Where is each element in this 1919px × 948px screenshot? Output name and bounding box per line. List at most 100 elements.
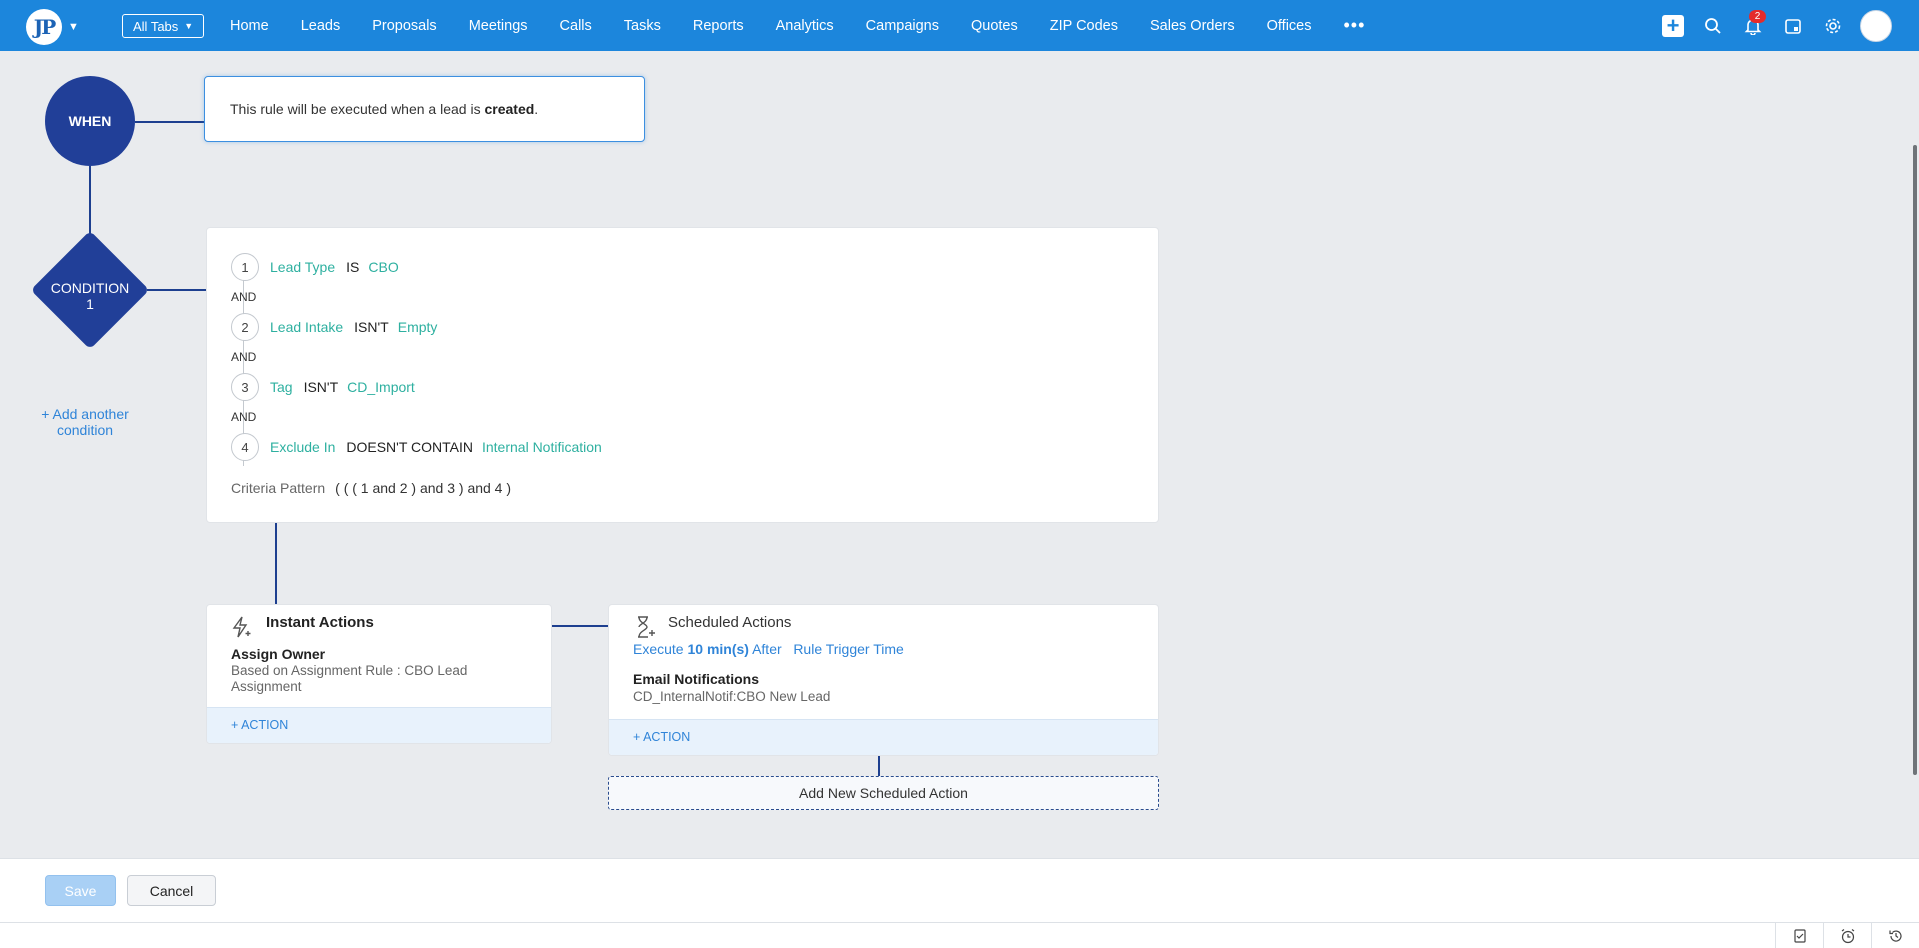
tab-zip-codes[interactable]: ZIP Codes xyxy=(1050,18,1118,34)
status-bar-button[interactable] xyxy=(1871,923,1919,948)
connector-line xyxy=(878,756,880,776)
status-bar xyxy=(0,922,1919,948)
more-tabs-icon[interactable]: ••• xyxy=(1343,15,1365,36)
hourglass-icon xyxy=(638,616,655,638)
org-logo-menu[interactable]: JP ▼ xyxy=(26,9,79,45)
top-navigation-bar: JP ▼ All Tabs ▼ Home Leads Proposals Mee… xyxy=(0,0,1919,51)
criteria-field: Lead Intake xyxy=(270,319,344,335)
tab-tasks[interactable]: Tasks xyxy=(624,18,661,34)
criteria-number: 1 xyxy=(231,253,259,281)
notifications-button[interactable]: 2 xyxy=(1733,0,1773,51)
caret-down-icon: ▼ xyxy=(184,21,194,31)
criteria-row[interactable]: 2 Lead Intake ISN'T Empty xyxy=(231,313,437,341)
org-logo: JP xyxy=(26,9,62,45)
when-text-end: . xyxy=(534,101,539,117)
calendar-button[interactable] xyxy=(1773,0,1813,51)
criteria-row[interactable]: 4 Exclude In DOESN'T CONTAIN Internal No… xyxy=(231,433,602,461)
and-label: AND xyxy=(231,410,257,424)
connector-line xyxy=(147,289,207,291)
execute-trigger: Rule Trigger Time xyxy=(793,641,904,657)
when-text: This rule will be executed when a lead i… xyxy=(230,101,485,117)
when-trigger: created xyxy=(484,101,535,117)
alarm-clock-icon xyxy=(1841,928,1855,943)
connector-line xyxy=(89,166,91,234)
criteria-row[interactable]: 3 Tag ISN'T CD_Import xyxy=(231,373,415,401)
criteria-pattern-label: Criteria Pattern xyxy=(231,480,326,496)
criteria-field: Lead Type xyxy=(270,259,336,275)
criteria-number: 3 xyxy=(231,373,259,401)
status-bar-button[interactable] xyxy=(1823,923,1872,948)
chevron-down-icon: ▼ xyxy=(68,21,79,33)
criteria-operator: ISN'T xyxy=(354,319,389,335)
calendar-icon xyxy=(1785,18,1801,34)
criteria-value: Internal Notification xyxy=(481,439,602,455)
add-another-condition-link[interactable]: + Add another condition xyxy=(30,406,140,438)
criteria-value: CBO xyxy=(368,259,399,275)
criteria-row[interactable]: 1 Lead Type IS CBO xyxy=(231,253,399,281)
connector-line xyxy=(552,625,608,627)
tab-meetings[interactable]: Meetings xyxy=(469,18,528,34)
scheduled-actions-title: Scheduled Actions xyxy=(668,614,792,631)
tab-reports[interactable]: Reports xyxy=(693,18,744,34)
email-notifications-description: CD_InternalNotif:CBO New Lead xyxy=(633,689,831,704)
instant-actions-card[interactable]: Instant Actions Assign Owner Based on As… xyxy=(206,604,552,744)
add-new-scheduled-action-button[interactable]: Add New Scheduled Action xyxy=(608,776,1159,810)
add-condition-line1: + Add another xyxy=(41,406,129,422)
footer-action-bar: Save Cancel xyxy=(0,858,1919,923)
all-tabs-button[interactable]: All Tabs ▼ xyxy=(122,14,205,38)
tab-proposals[interactable]: Proposals xyxy=(372,18,436,34)
search-button[interactable] xyxy=(1693,0,1733,51)
assign-owner-title[interactable]: Assign Owner xyxy=(231,646,325,662)
scheduled-actions-card[interactable]: Scheduled Actions Execute 10 min(s) Afte… xyxy=(608,604,1159,756)
execute-schedule[interactable]: Execute 10 min(s) After Rule Trigger Tim… xyxy=(633,641,904,657)
lightning-icon xyxy=(232,616,251,638)
criteria-value: Empty xyxy=(397,319,438,335)
assign-owner-desc-line2: Assignment xyxy=(231,679,302,694)
avatar xyxy=(1860,9,1892,42)
topbar-actions: + 2 xyxy=(1653,0,1899,51)
cancel-button[interactable]: Cancel xyxy=(127,875,216,906)
clipboard-check-icon xyxy=(1794,928,1806,943)
condition-criteria-card[interactable]: 1 Lead Type IS CBO AND 2 Lead Intake ISN… xyxy=(206,227,1159,523)
criteria-value: CD_Import xyxy=(347,379,415,395)
execute-prefix: Execute xyxy=(633,641,688,657)
scheduled-add-action-button[interactable]: + ACTION xyxy=(609,719,1158,755)
tab-calls[interactable]: Calls xyxy=(560,18,592,34)
criteria-field: Tag xyxy=(270,379,293,395)
criteria-field: Exclude In xyxy=(270,439,336,455)
when-description-box[interactable]: This rule will be executed when a lead i… xyxy=(204,76,645,142)
profile-button[interactable] xyxy=(1853,0,1899,51)
create-button[interactable]: + xyxy=(1653,0,1693,51)
tab-sales-orders[interactable]: Sales Orders xyxy=(1150,18,1235,34)
status-bar-button[interactable] xyxy=(1775,923,1824,948)
gear-icon xyxy=(1825,18,1841,33)
tab-leads[interactable]: Leads xyxy=(301,18,341,34)
save-button[interactable]: Save xyxy=(45,875,116,906)
add-condition-line2: condition xyxy=(56,422,114,438)
criteria-pattern-value: ( ( ( 1 and 2 ) and 3 ) and 4 ) xyxy=(335,480,512,496)
connector-line xyxy=(135,121,205,123)
assign-owner-description: Based on Assignment Rule : CBO Lead Assi… xyxy=(231,663,467,695)
vertical-scrollbar[interactable] xyxy=(1913,145,1917,775)
tab-home[interactable]: Home xyxy=(230,18,269,34)
settings-button[interactable] xyxy=(1813,0,1853,51)
tab-analytics[interactable]: Analytics xyxy=(776,18,834,34)
criteria-operator: DOESN'T CONTAIN xyxy=(346,439,473,455)
criteria-number: 4 xyxy=(231,433,259,461)
tab-quotes[interactable]: Quotes xyxy=(971,18,1018,34)
search-icon xyxy=(1705,17,1721,34)
when-node: WHEN xyxy=(45,76,135,166)
condition-node-label: CONDITION 1 xyxy=(40,280,140,312)
tab-campaigns[interactable]: Campaigns xyxy=(866,18,939,34)
condition-label: CONDITION xyxy=(50,280,130,296)
tab-offices[interactable]: Offices xyxy=(1267,18,1312,34)
criteria-operator: IS xyxy=(346,259,360,275)
instant-add-action-button[interactable]: + ACTION xyxy=(207,707,551,743)
execute-after: After xyxy=(748,641,782,657)
connector-line xyxy=(275,523,277,604)
execute-duration: 10 min(s) xyxy=(687,641,749,657)
email-notifications-title[interactable]: Email Notifications xyxy=(633,671,759,687)
notification-badge: 2 xyxy=(1749,10,1766,23)
module-tabs: Home Leads Proposals Meetings Calls Task… xyxy=(230,0,1365,51)
and-label: AND xyxy=(231,290,257,304)
